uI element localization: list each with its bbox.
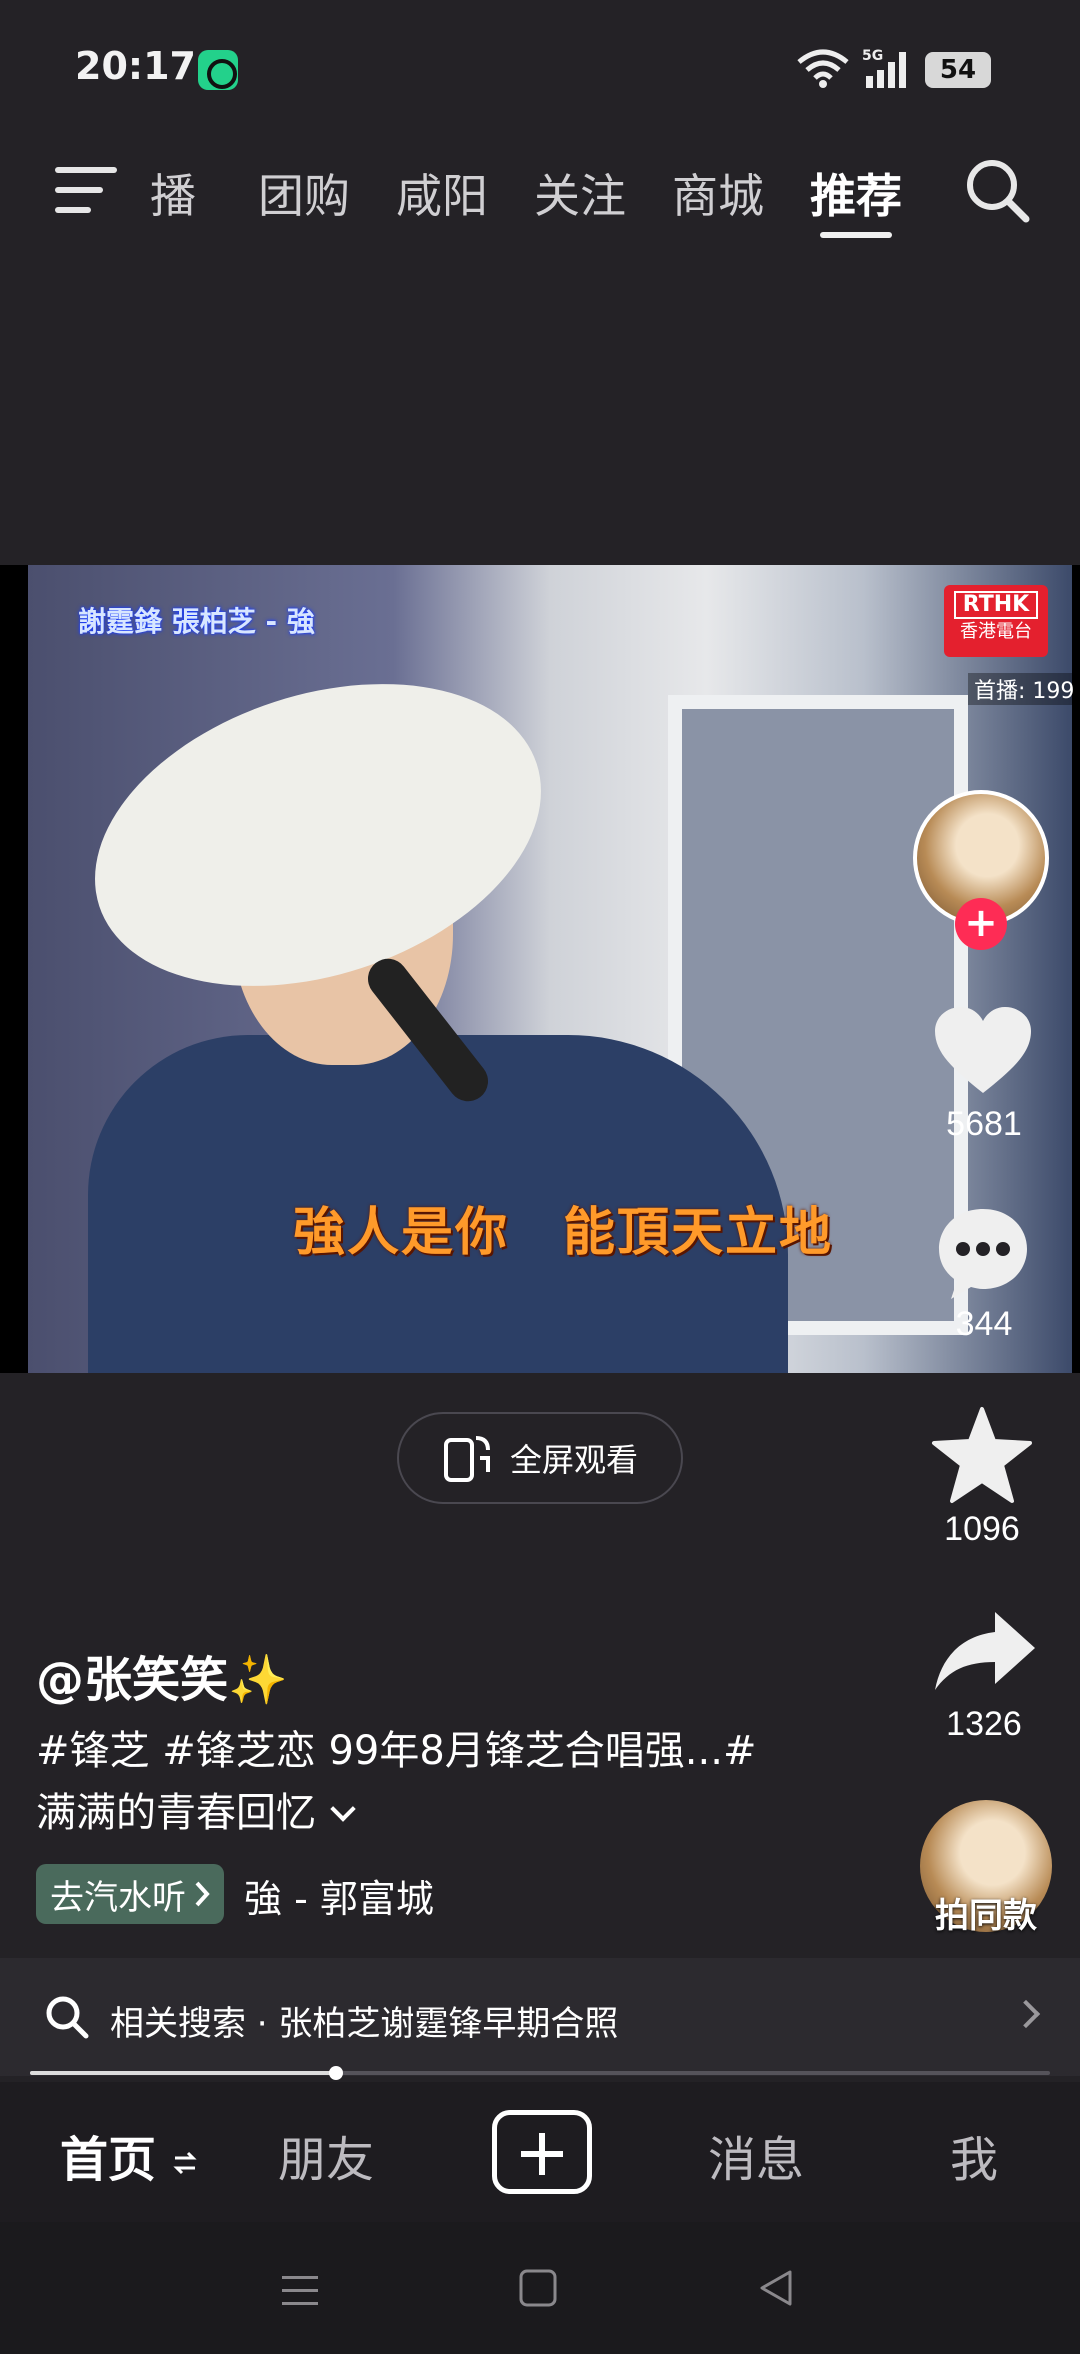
back-icon[interactable] [756,2268,796,2312]
wifi-icon [795,48,851,92]
description-line1: #锋芝 #锋芝恋 99年8月锋芝合唱强...# [36,1728,757,1774]
comment-count: 344 [955,1305,1013,1343]
logo-line1: RTHK [954,591,1038,619]
nav-me[interactable]: 我 [950,2120,998,2190]
video-progress-handle[interactable] [329,2066,343,2080]
share-count: 1326 [946,1705,1022,1743]
rotate-screen-icon [443,1436,490,1482]
description-line2: 满满的青春回忆 [36,1790,316,1836]
video-progress-bar[interactable] [30,2071,1050,2075]
like-icon[interactable] [933,1005,1033,1101]
nav-messages[interactable]: 消息 [708,2120,804,2190]
broadcaster-logo: RTHK 香港電台 [944,585,1048,657]
video-broadcast-tag: 首播: 199 [968,673,1080,705]
tab-live[interactable]: 播 [150,160,196,226]
create-post-button[interactable] [492,2110,592,2194]
music-app-button[interactable]: 去汽水听 [36,1864,224,1924]
follow-button[interactable]: + [955,898,1007,950]
switch-arrows-icon [173,2151,197,2175]
battery-icon: 54 [925,52,991,88]
nav-home-label: 首页 [60,2132,157,2188]
comment-icon[interactable] [935,1205,1031,1305]
favorite-count: 1096 [944,1510,1020,1548]
video-person-hat [55,630,581,1040]
related-search-text: 相关搜索 · 张柏芝谢霆锋早期合照 [110,2004,619,2044]
video-frame: 謝霆鋒 張柏芝 - 強 強人是你 能頂天立地 RTHK 香港電台 首播: 199 [28,565,1080,1373]
tab-recommended[interactable]: 推荐 [810,160,902,226]
author-name[interactable]: @张笑笑✨ [36,1640,288,1710]
same-style-label[interactable]: 拍同款 [900,1888,1072,1937]
logo-line2: 香港電台 [960,621,1032,642]
chevron-right-icon [195,1881,210,1907]
signal-icon: 5G [862,46,914,96]
video-song-caption: 謝霆鋒 張柏芝 - 強 [78,605,315,638]
status-time: 20:17 [75,44,196,88]
home-icon[interactable] [518,2268,558,2312]
video-description[interactable]: #锋芝 #锋芝恋 99年8月锋芝合唱强...# 满满的青春回忆 [36,1720,836,1844]
share-icon[interactable] [933,1608,1037,1696]
tab-group-buy[interactable]: 团购 [258,160,350,226]
fullscreen-label: 全屏观看 [509,1441,638,1479]
fullscreen-button[interactable]: 全屏观看 [397,1412,683,1504]
like-count: 5681 [946,1105,1022,1143]
tab-local[interactable]: 咸阳 [396,160,488,226]
nav-friends[interactable]: 朋友 [278,2120,374,2190]
tab-following[interactable]: 关注 [534,160,626,226]
search-icon [44,1994,90,2044]
active-tab-indicator [820,232,892,238]
search-icon[interactable] [962,155,1032,229]
app-notification-icon [198,50,238,90]
chevron-down-icon[interactable] [330,1796,356,1822]
nav-home[interactable]: 首页 [60,2120,197,2190]
favorite-star-icon[interactable] [930,1405,1034,1509]
music-title[interactable]: 強 - 郭富城 [244,1868,434,1923]
menu-icon[interactable] [55,165,117,219]
recent-apps-icon[interactable] [280,2270,320,2314]
video-player[interactable]: 謝霆鋒 張柏芝 - 強 強人是你 能頂天立地 RTHK 香港電台 首播: 199 [0,565,1080,1373]
video-subtitle: 強人是你 能頂天立地 [293,1203,834,1263]
network-type-label: 5G [862,48,883,64]
tab-mall[interactable]: 商城 [672,160,764,226]
video-progress-fill [30,2071,336,2075]
music-chip-label: 去汽水听 [50,1877,186,1918]
